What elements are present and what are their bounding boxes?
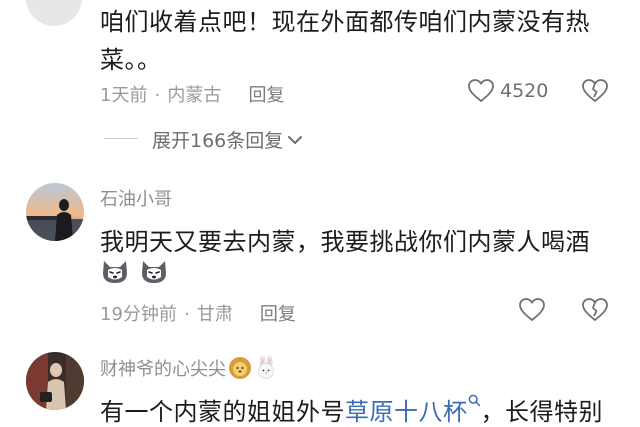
- location: 内蒙古: [167, 85, 222, 106]
- comment-text: 我明天又要去内蒙，我要挑战你们内蒙人喝酒: [100, 228, 590, 256]
- broken-heart-icon: [582, 298, 608, 322]
- husky-emoji-icon: [142, 261, 167, 283]
- husky-emoji-icon: [103, 261, 127, 283]
- heart-icon: [468, 79, 494, 103]
- username[interactable]: 石油小哥: [100, 185, 172, 211]
- comment-meta: 1天前 · 内蒙古 回复: [100, 81, 284, 107]
- expand-divider: [104, 138, 138, 139]
- expand-replies-label: 展开166条回复: [152, 130, 284, 152]
- username[interactable]: 财神爷的心尖尖: [100, 355, 278, 381]
- comment-text: 咱们收着点吧！现在外面都传咱们内蒙没有热: [100, 8, 590, 36]
- chevron-down-icon: [288, 135, 303, 144]
- broken-heart-icon: [582, 79, 608, 103]
- like-button[interactable]: 4520: [468, 79, 548, 103]
- avatar-photo: [26, 352, 84, 410]
- reply-button[interactable]: 回复: [260, 304, 296, 325]
- meta-separator: ·: [184, 304, 190, 325]
- comment-meta: 19分钟前 · 甘肃 回复: [100, 300, 296, 326]
- location: 甘肃: [196, 304, 233, 325]
- emoji-row: [100, 257, 173, 285]
- rabbit-emoji-icon: [258, 356, 274, 379]
- avatar-photo: [26, 183, 84, 241]
- dislike-button[interactable]: [582, 298, 608, 322]
- username-text: 财神爷的心尖尖: [100, 359, 226, 380]
- timestamp: 19分钟前: [100, 304, 177, 325]
- heart-icon: [519, 298, 545, 322]
- comment-text: 菜。。: [100, 46, 162, 74]
- like-button[interactable]: [519, 298, 545, 322]
- reply-button[interactable]: 回复: [248, 85, 284, 106]
- like-count: 4520: [500, 80, 549, 102]
- avatar[interactable]: [26, 352, 84, 410]
- avatar[interactable]: [26, 183, 84, 241]
- dislike-button[interactable]: [582, 79, 608, 103]
- lion-emoji-icon: [229, 357, 251, 379]
- timestamp: 1天前: [100, 85, 148, 106]
- expand-replies-button[interactable]: 展开166条回复: [152, 126, 304, 153]
- search-icon: [468, 394, 480, 407]
- avatar[interactable]: [26, 0, 82, 26]
- meta-separator: ·: [154, 85, 161, 106]
